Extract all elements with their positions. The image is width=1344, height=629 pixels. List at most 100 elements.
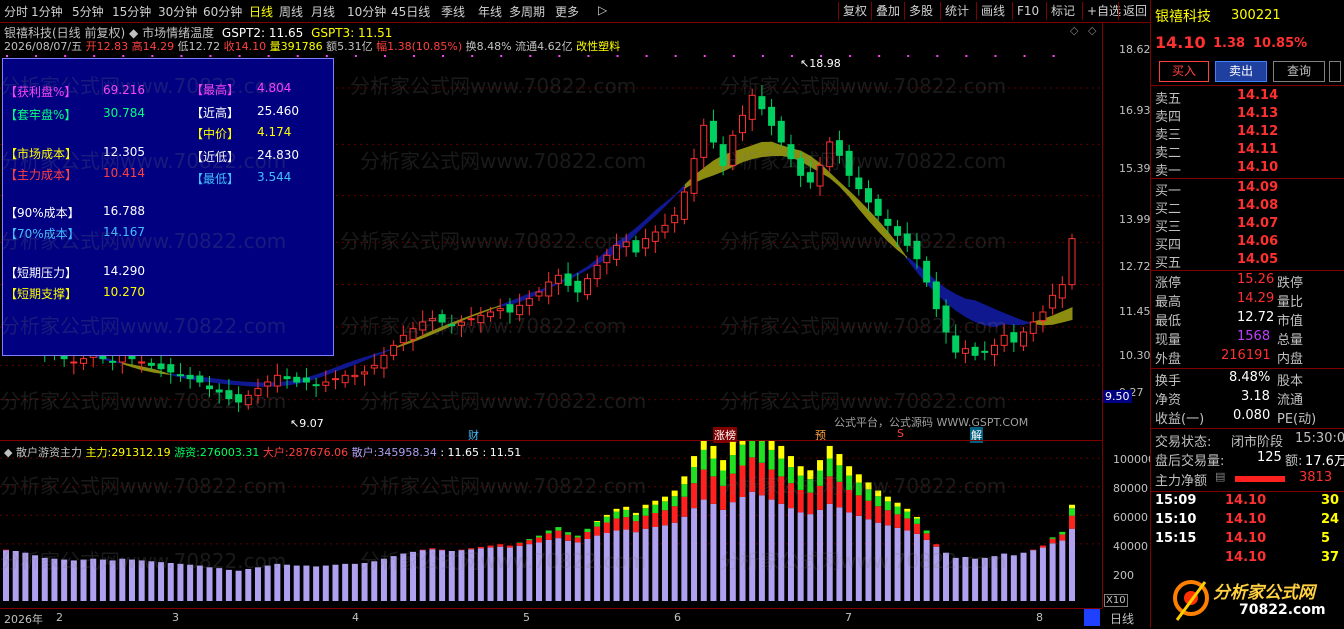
tick-vol: 5 bbox=[1321, 531, 1330, 546]
watermark-text: 分析家公式网www.70822.com bbox=[0, 145, 286, 174]
watermark-text: 分析家公式网www.70822.com bbox=[0, 225, 286, 254]
ask-row[interactable]: 卖一 14.10 bbox=[1155, 160, 1341, 179]
watermark-text: 分析家公式网www.70822.com bbox=[720, 385, 1006, 414]
ask-row[interactable]: 卖五 14.14 bbox=[1155, 88, 1341, 107]
bid-row[interactable]: 买五 14.05 bbox=[1155, 252, 1341, 271]
limit-up-value: 15.26 bbox=[1237, 272, 1274, 287]
logo-text: 分析家公式网 bbox=[1213, 578, 1315, 603]
ask-row[interactable]: 卖二 14.11 bbox=[1155, 142, 1341, 161]
bid-row[interactable]: 买二 14.08 bbox=[1155, 198, 1341, 217]
watermark-text: 分析家公式网www.70822.com bbox=[340, 310, 626, 339]
tick-vol: 30 bbox=[1321, 493, 1339, 508]
tick-price: 14.10 bbox=[1225, 493, 1266, 508]
ask-label: 卖一 bbox=[1155, 160, 1181, 179]
bid-row[interactable]: 买四14.06 bbox=[1155, 234, 1341, 253]
tick-time: 15:09 bbox=[1155, 493, 1196, 508]
watermark-text: 分析家公式网www.70822.com bbox=[0, 470, 286, 499]
ask-price: 14.10 bbox=[1237, 160, 1278, 175]
ask-price: 14.11 bbox=[1237, 142, 1278, 157]
order-book: 卖五14.14卖四14.13卖三14.12卖二14.11卖一14.10买一14.… bbox=[1151, 86, 1344, 270]
expand-panel-button[interactable] bbox=[1329, 61, 1341, 82]
tick-vol: 24 bbox=[1321, 512, 1339, 527]
row-nav: 净资 3.18 流通 bbox=[1155, 389, 1341, 408]
tick-time: 15:10 bbox=[1155, 512, 1196, 527]
ask-row[interactable]: 卖三14.12 bbox=[1155, 124, 1341, 143]
list-icon[interactable]: ▤ bbox=[1215, 470, 1225, 483]
bid-price: 14.07 bbox=[1237, 216, 1278, 231]
low-value-r: 12.72 bbox=[1237, 310, 1274, 325]
row-cur-vol: 现量 1568 总量 bbox=[1155, 329, 1341, 348]
quote-change-pct: 10.85% bbox=[1253, 36, 1307, 51]
inner-label: 内盘 bbox=[1277, 348, 1303, 367]
watermark-text: 分析家公式网www.70822.com bbox=[720, 145, 1006, 174]
bid-price: 14.06 bbox=[1237, 234, 1278, 249]
row-after-hours: 盘后交易量: 125 额: 17.6万 bbox=[1155, 450, 1341, 469]
row-low: 最低 12.72 市值 bbox=[1155, 310, 1341, 329]
turnover-value-r: 8.48% bbox=[1229, 370, 1270, 385]
ask-price: 14.12 bbox=[1237, 124, 1278, 139]
watermark-text: 分析家公式网www.70822.com bbox=[350, 70, 636, 99]
bid-price: 14.08 bbox=[1237, 198, 1278, 213]
high-value-r: 14.29 bbox=[1237, 291, 1274, 306]
buy-button[interactable]: 买入 bbox=[1159, 61, 1209, 82]
row-net-flow[interactable]: 主力净额 ▤ 3813 bbox=[1155, 470, 1341, 489]
ask-price: 14.14 bbox=[1237, 88, 1278, 103]
bid-row[interactable]: 买三14.07 bbox=[1155, 216, 1341, 235]
after-amt-value: 17.6万 bbox=[1305, 450, 1344, 469]
brand-logo: 分析家公式网 70822.com bbox=[1171, 574, 1341, 626]
float-label-r: 流通 bbox=[1277, 389, 1303, 408]
row-limit: 涨停 15.26 跌停 bbox=[1155, 272, 1341, 291]
watermark-text: 分析家公式网www.70822.com bbox=[360, 545, 646, 574]
after-vol-value: 125 bbox=[1257, 450, 1282, 465]
mkt-value-label: 市值 bbox=[1277, 310, 1303, 329]
watermark-text: 分析家公式网www.70822.com bbox=[0, 310, 286, 339]
net-flow-bar bbox=[1235, 476, 1285, 482]
cur-vol-label: 现量 bbox=[1155, 329, 1181, 348]
row-trade-status: 交易状态: 闭市阶段 15:30:0 bbox=[1155, 431, 1341, 450]
sell-button[interactable]: 卖出 bbox=[1215, 61, 1267, 82]
quote-panel: 银禧科技 300221 14.10 1.38 10.85% 买入 卖出 查询 卖… bbox=[1150, 0, 1344, 628]
outer-label: 外盘 bbox=[1155, 348, 1181, 367]
quote-price: 14.10 bbox=[1155, 33, 1206, 52]
quote-stock-name: 银禧科技 bbox=[1155, 6, 1211, 26]
watermark-text: 分析家公式网www.70822.com bbox=[360, 385, 646, 414]
tick-time: 15:15 bbox=[1155, 531, 1196, 546]
shares-label: 股本 bbox=[1277, 370, 1303, 389]
bid-row[interactable]: 买一14.09 bbox=[1155, 180, 1341, 199]
watermark-text: 分析家公式网www.70822.com bbox=[0, 545, 286, 574]
tick-price: 14.10 bbox=[1225, 512, 1266, 527]
bid-price: 14.05 bbox=[1237, 252, 1278, 267]
tick-row: 15:10 14.10 24 bbox=[1155, 512, 1341, 531]
bid-label: 买二 bbox=[1155, 198, 1181, 217]
row-turnover: 换手 8.48% 股本 bbox=[1155, 370, 1341, 389]
bid-label: 买一 bbox=[1155, 180, 1181, 199]
trade-status-label: 交易状态: bbox=[1155, 431, 1211, 450]
watermark-layer: 分析家公式网www.70822.com 分析家公式网www.70822.com 分析… bbox=[0, 0, 1150, 628]
cur-vol-value: 1568 bbox=[1237, 329, 1270, 344]
ask-price: 14.13 bbox=[1237, 106, 1278, 121]
limit-down-label: 跌停 bbox=[1277, 272, 1303, 291]
after-amt-label: 额: bbox=[1285, 450, 1302, 469]
tick-list[interactable]: 15:0914.103015:1014.102415:1514.10514.10… bbox=[1151, 493, 1344, 573]
quote-change: 1.38 bbox=[1213, 36, 1245, 51]
nav-value: 3.18 bbox=[1241, 389, 1270, 404]
ask-label: 卖四 bbox=[1155, 106, 1181, 125]
query-button[interactable]: 查询 bbox=[1273, 61, 1325, 82]
tick-row: 14.1037 bbox=[1155, 550, 1341, 569]
trade-time: 15:30:0 bbox=[1295, 431, 1344, 446]
low-label-r: 最低 bbox=[1155, 310, 1181, 329]
pe-label: PE(动) bbox=[1277, 408, 1316, 427]
tick-row: 15:1514.105 bbox=[1155, 531, 1341, 550]
eps-label: 收益(一) bbox=[1155, 408, 1204, 427]
after-vol-label: 盘后交易量: bbox=[1155, 450, 1224, 469]
order-book-divider bbox=[1151, 178, 1344, 179]
bid-label: 买五 bbox=[1155, 252, 1181, 271]
tick-price: 14.10 bbox=[1225, 550, 1266, 565]
ask-label: 卖五 bbox=[1155, 88, 1181, 107]
ask-label: 卖二 bbox=[1155, 142, 1181, 161]
total-vol-label: 总量 bbox=[1277, 329, 1303, 348]
row-eps: 收益(一) 0.080 PE(动) bbox=[1155, 408, 1341, 427]
ask-row[interactable]: 卖四 14.13 bbox=[1155, 106, 1341, 125]
eps-value: 0.080 bbox=[1233, 408, 1270, 423]
watermark-text: 分析家公式网www.70822.com bbox=[720, 310, 1006, 339]
